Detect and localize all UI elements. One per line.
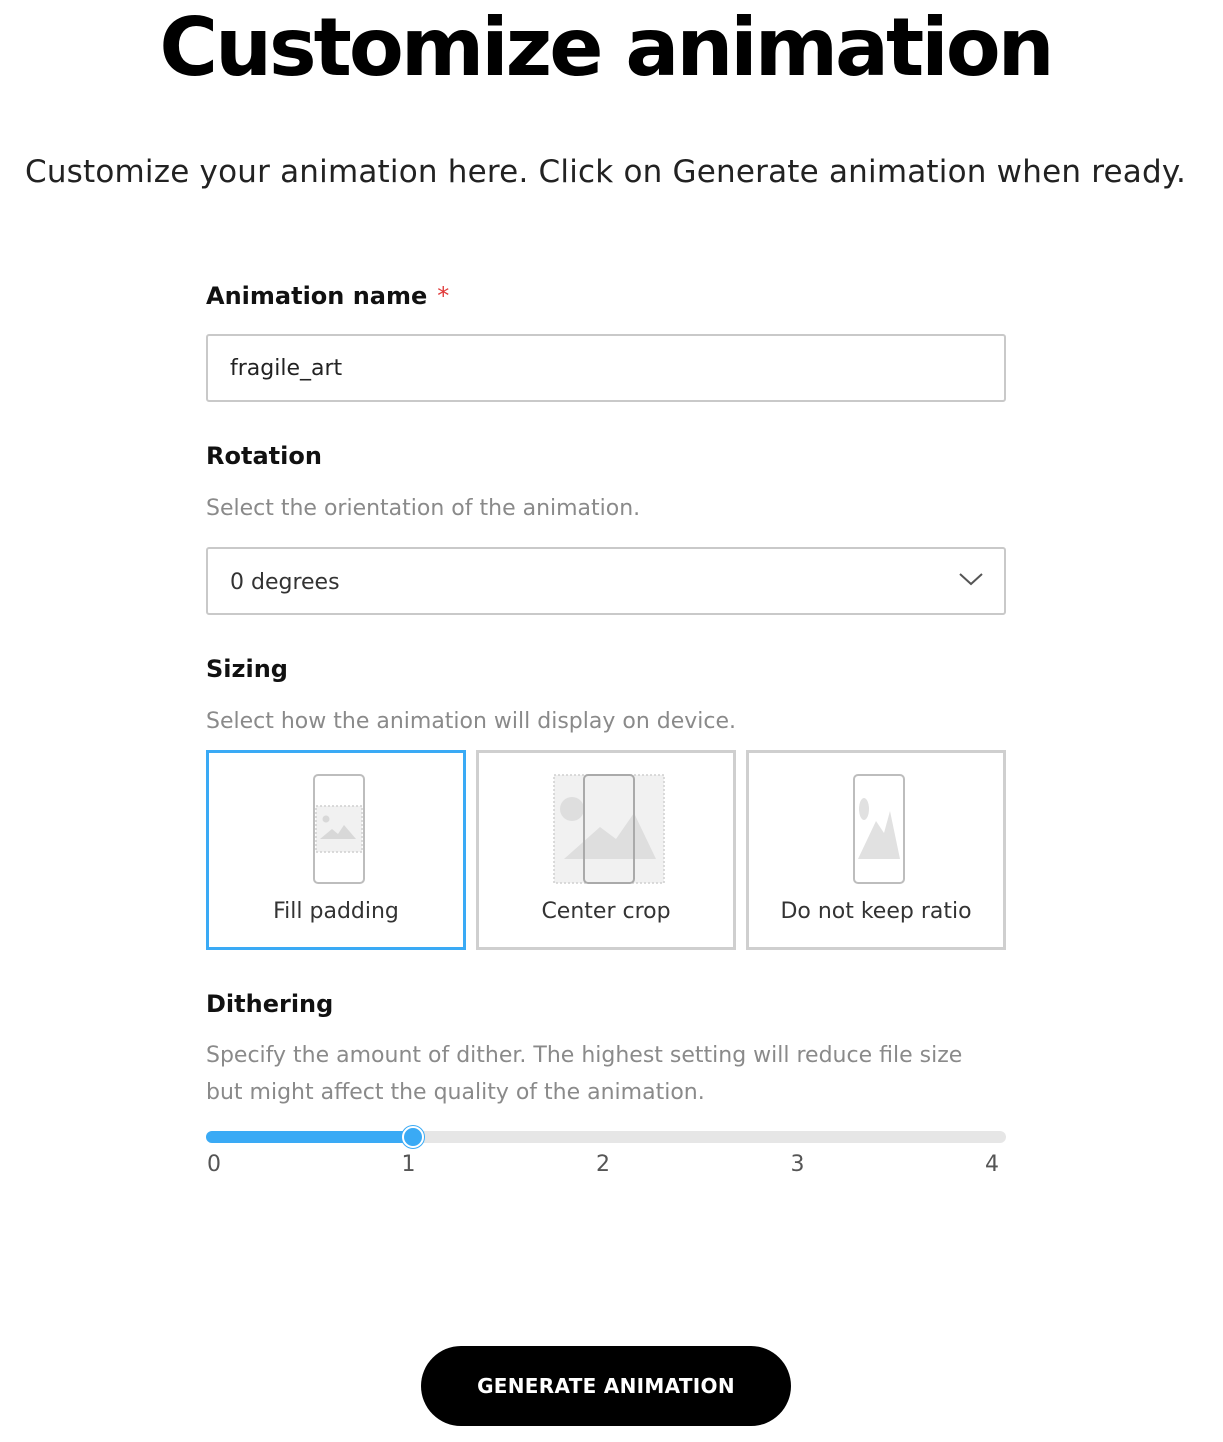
dithering-slider[interactable] [206, 1126, 1006, 1148]
page-subtitle: Customize your animation here. Click on … [24, 154, 1187, 190]
slider-tick-label: 4 [985, 1152, 999, 1177]
sizing-helper: Select how the animation will display on… [206, 709, 737, 734]
dithering-helper-line-2: but might affect the quality of the anim… [206, 1080, 705, 1105]
slider-fill [206, 1131, 417, 1143]
required-marker: * [437, 282, 450, 310]
fill-padding-icon [313, 774, 365, 884]
animation-name-label: Animation name * [206, 280, 449, 312]
slider-tick-label: 1 [401, 1152, 416, 1177]
do-not-keep-ratio-icon [853, 774, 905, 884]
page-title: Customize animation [159, 1, 1054, 94]
sizing-option-label: Do not keep ratio [780, 899, 972, 924]
rotation-helper: Select the orientation of the animation. [206, 496, 641, 521]
sizing-options: Fill padding Center crop Do not keep rat… [206, 750, 1006, 950]
sizing-label: Sizing [206, 655, 288, 683]
rotation-select-value: 0 degrees [230, 570, 340, 595]
dithering-helper-line-1: Specify the amount of dither. The highes… [206, 1043, 963, 1068]
animation-name-label-text: Animation name [206, 282, 428, 310]
rotation-label: Rotation [206, 442, 322, 470]
slider-thumb[interactable] [402, 1126, 424, 1148]
slider-tick-label: 2 [596, 1152, 610, 1177]
sizing-option-center-crop[interactable]: Center crop [476, 750, 736, 950]
rotation-select[interactable]: 0 degrees [206, 547, 1006, 615]
sizing-option-label: Fill padding [273, 899, 399, 924]
slider-tick-label: 3 [790, 1152, 805, 1177]
slider-tick-label: 0 [207, 1152, 221, 1177]
sizing-option-fill-padding[interactable]: Fill padding [206, 750, 466, 950]
generate-animation-button[interactable]: GENERATE ANIMATION [421, 1346, 791, 1426]
animation-name-input[interactable] [206, 334, 1006, 402]
sizing-option-label: Center crop [541, 899, 671, 924]
sizing-option-do-not-keep-ratio[interactable]: Do not keep ratio [746, 750, 1006, 950]
chevron-down-icon [959, 573, 983, 586]
center-crop-icon [553, 774, 665, 884]
dithering-label: Dithering [206, 990, 334, 1018]
